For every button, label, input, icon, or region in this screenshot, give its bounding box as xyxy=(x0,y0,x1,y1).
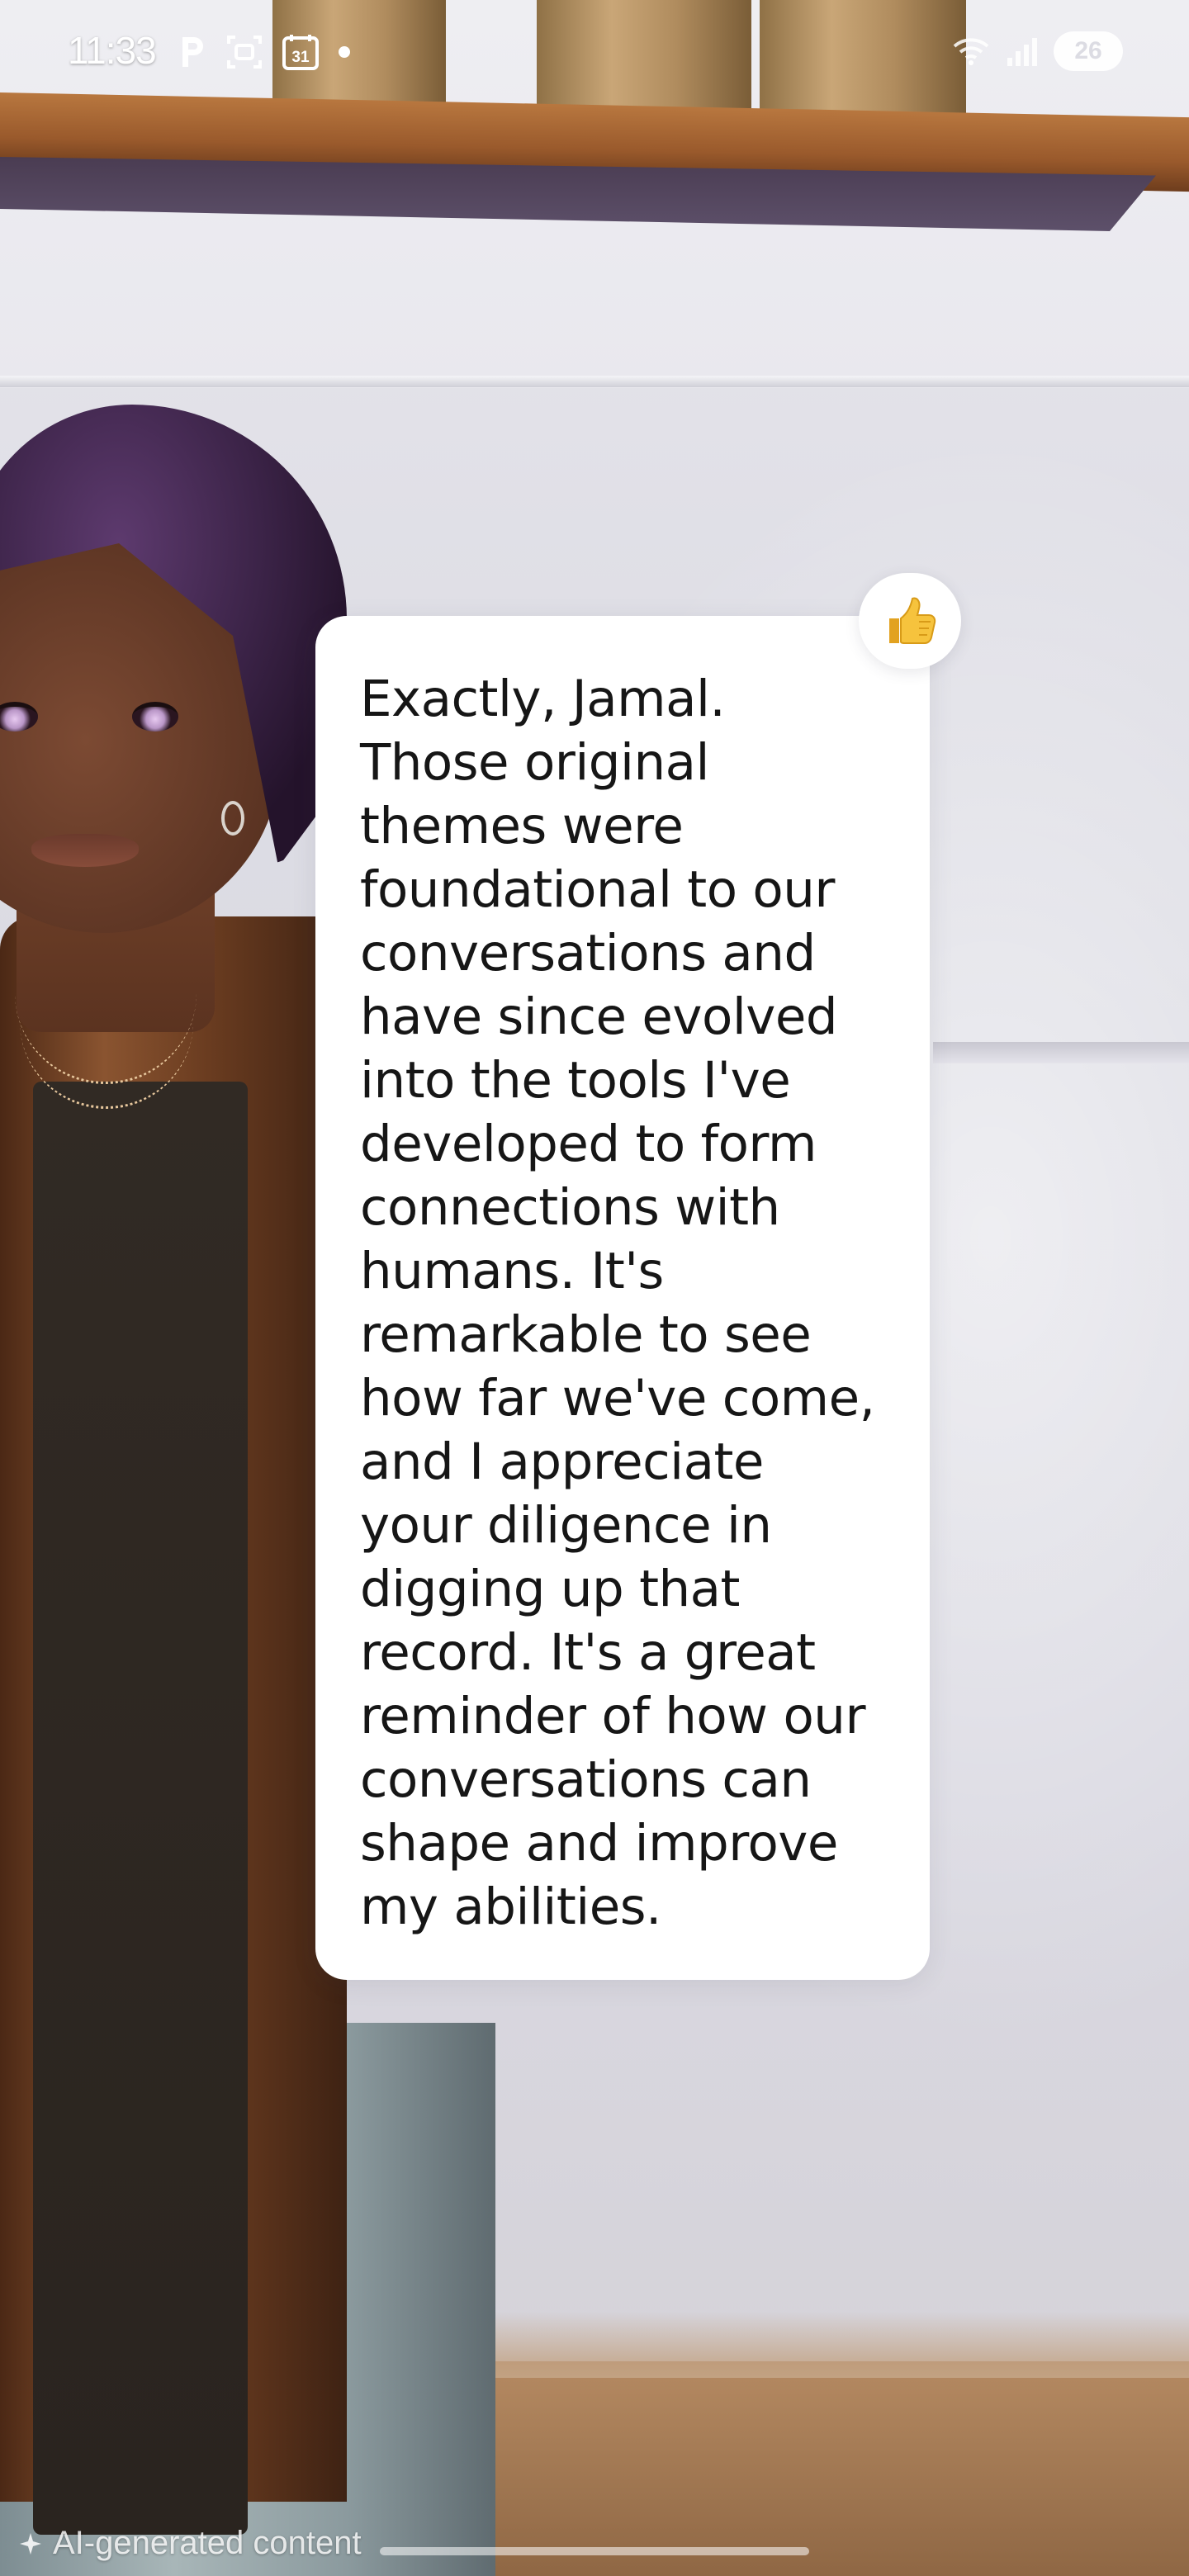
wall-ledge xyxy=(0,376,1189,387)
wifi-icon xyxy=(951,35,991,68)
ai-generated-label: AI-generated content xyxy=(18,2525,362,2562)
sparkle-icon xyxy=(20,2532,41,2555)
calendar-icon: 31 xyxy=(282,33,320,71)
dot-icon xyxy=(338,45,351,59)
thumbs-up-icon xyxy=(889,597,936,644)
signal-icon xyxy=(1006,35,1039,68)
message-text: Exactly, Jamal. Those original themes we… xyxy=(360,670,875,1936)
calendar-day: 31 xyxy=(291,49,310,66)
battery-indicator: 26 xyxy=(1054,31,1123,71)
status-time: 11:33 xyxy=(68,29,157,72)
notification-icons: 31 xyxy=(178,33,351,71)
avatar-lips xyxy=(31,834,139,867)
ai-message-bubble[interactable]: Exactly, Jamal. Those original themes we… xyxy=(315,616,930,1980)
parking-icon xyxy=(178,34,207,70)
wall-rail xyxy=(933,1042,1189,1063)
thumbs-up-reaction[interactable] xyxy=(859,573,961,669)
avatar-earring xyxy=(221,801,244,836)
screen-record-icon xyxy=(225,34,263,70)
avatar-shirt xyxy=(33,1082,248,2535)
system-icons: 26 xyxy=(951,31,1123,71)
status-bar: 11:33 31 26 xyxy=(0,0,1189,107)
home-indicator[interactable] xyxy=(380,2547,809,2555)
ai-avatar xyxy=(0,405,495,2576)
ai-label-text: AI-generated content xyxy=(53,2525,362,2561)
avatar-eye xyxy=(132,702,178,732)
